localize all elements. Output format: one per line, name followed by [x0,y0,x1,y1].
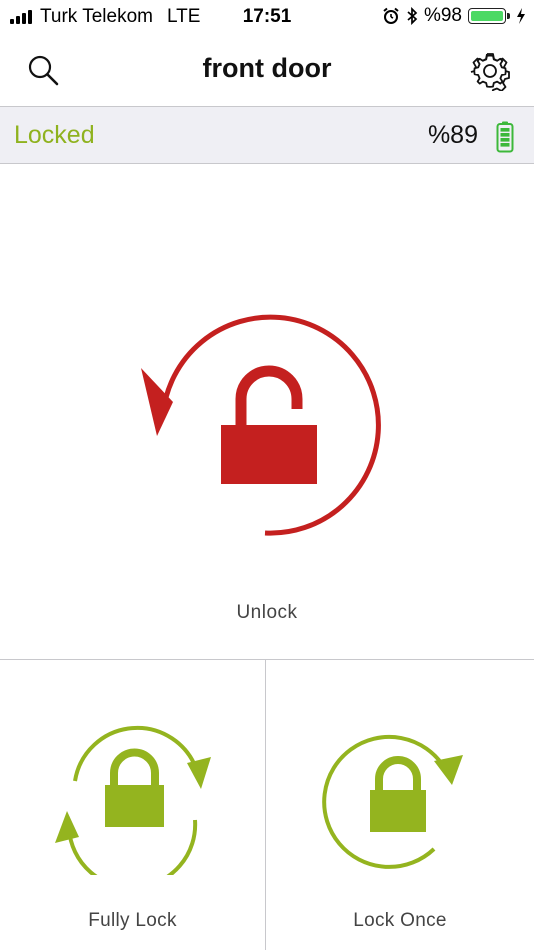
network-type: LTE [166,6,201,27]
lock-double-rotate-icon [54,725,211,890]
lock-state-label: Locked [14,121,95,149]
lock-battery-icon [496,121,514,158]
status-battery-percent: %98 [423,5,462,26]
search-icon [28,55,59,86]
unlock-rotate-icon [127,314,387,554]
status-left: Turk Telekom LTE [10,6,200,28]
fully-lock-label: Fully Lock [88,910,177,931]
alarm-icon [382,7,400,25]
lock-actions-row: Fully Lock Lock Once [0,660,534,950]
gear-icon [470,53,510,95]
unlock-button[interactable]: Unlock [0,164,534,660]
lock-battery-percent: %89 [427,121,478,149]
lock-once-button[interactable]: Lock Once [267,660,533,950]
page-title: front door [202,53,332,83]
app-screen: Turk Telekom LTE 17:51 %98 front door Lo… [0,0,534,950]
unlock-label: Unlock [236,602,298,623]
status-right: %98 [376,5,526,27]
search-button[interactable] [24,51,64,91]
lock-status-bar: Locked %89 [0,106,534,164]
bluetooth-icon [406,7,418,25]
navigation-bar: front door [0,36,534,106]
settings-button[interactable] [470,51,510,95]
charging-icon [516,8,526,24]
signal-icon [10,10,34,24]
status-bar: Turk Telekom LTE 17:51 %98 [0,0,534,36]
lock-once-label: Lock Once [353,910,447,931]
battery-icon [468,8,510,24]
lock-rotate-icon [322,725,478,875]
fully-lock-button[interactable]: Fully Lock [0,660,266,950]
carrier-name: Turk Telekom [40,6,153,27]
